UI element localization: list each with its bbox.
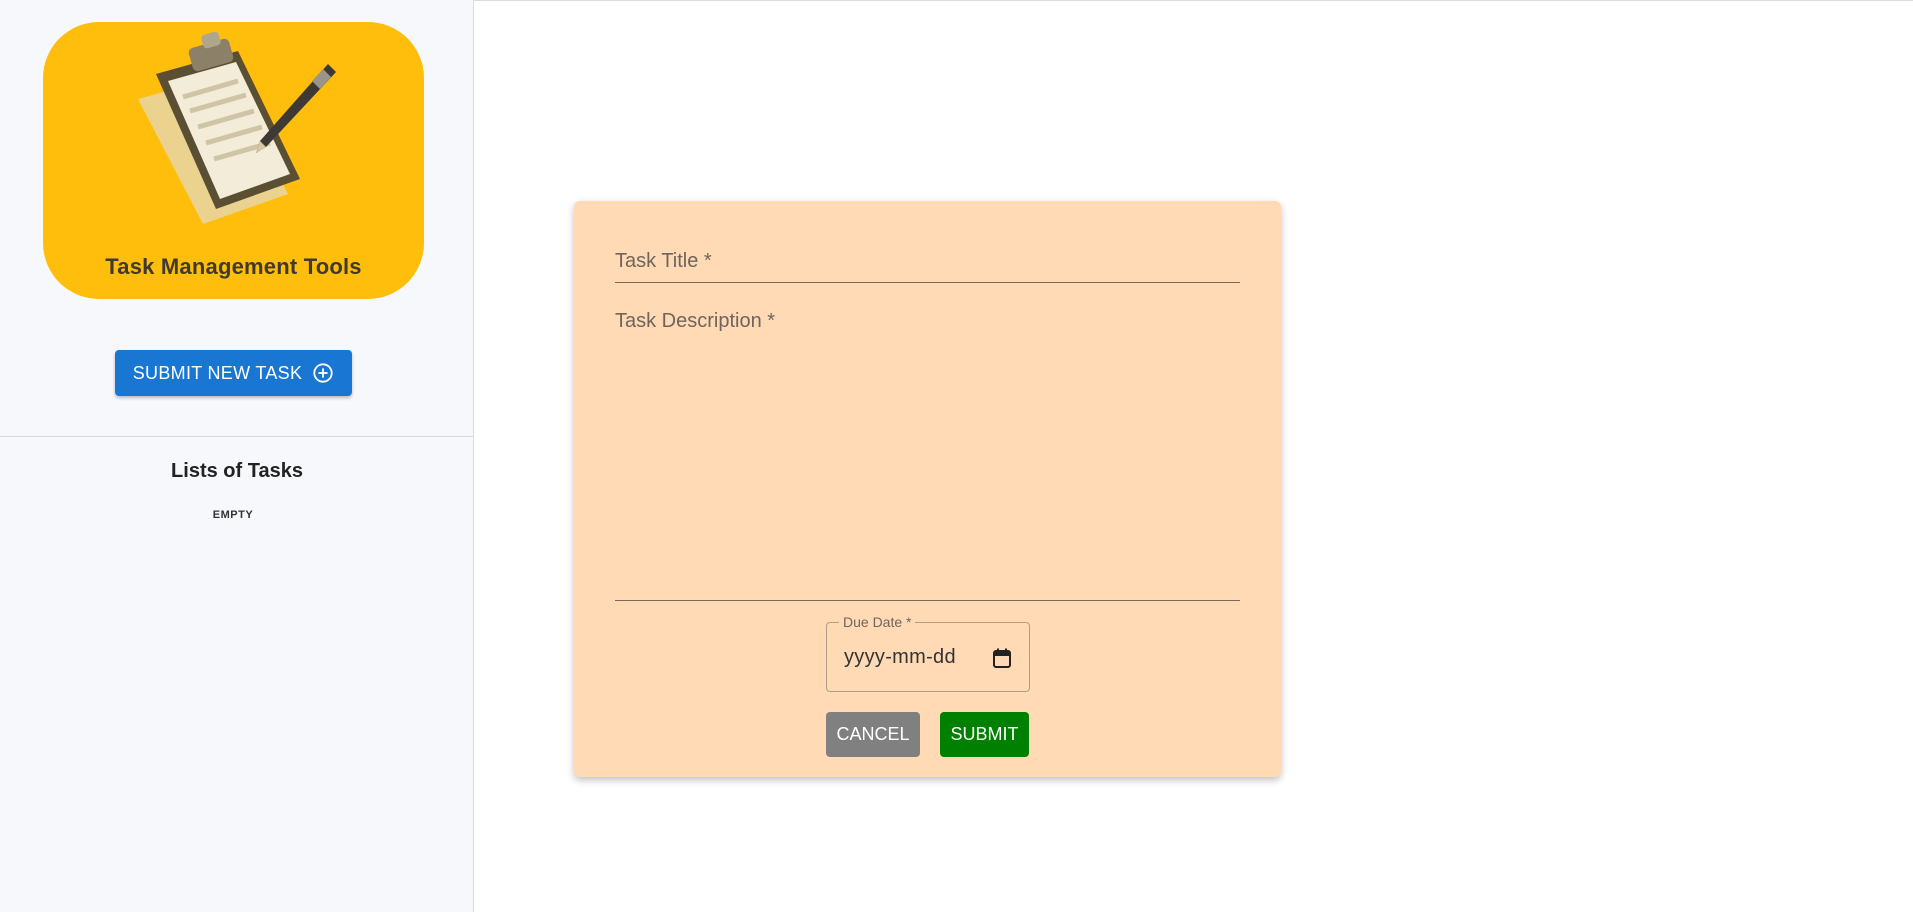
app-title: Task Management Tools [105,254,362,279]
empty-list-label: EMPTY [212,509,254,521]
task-description-label: Task Description * [615,310,776,332]
sidebar: Task Management Tools SUBMIT NEW TASK Li… [0,0,474,912]
logo-card: Task Management Tools [43,22,424,299]
sidebar-divider [0,436,474,437]
due-date-placeholder: yyyy-mm-dd [844,646,956,668]
task-title-field[interactable]: Task Title * [615,243,1240,283]
task-list-heading: Lists of Tasks [171,460,303,482]
top-divider [474,0,1913,1]
due-date-field[interactable]: Due Date * yyyy-mm-dd [826,614,1030,692]
task-title-label: Task Title * [615,250,712,272]
submit-new-task-label: SUBMIT NEW TASK [132,362,303,383]
calendar-icon[interactable] [993,648,1011,668]
submit-new-task-button[interactable]: SUBMIT NEW TASK [115,350,352,396]
clipboard-pen-icon [138,31,336,224]
submit-button[interactable]: SUBMIT [940,712,1029,757]
task-description-field[interactable]: Task Description * [615,303,1240,601]
app-root: Task Management Tools SUBMIT NEW TASK Li… [0,0,1913,912]
due-date-label: Due Date * [839,614,916,630]
cancel-button[interactable]: CANCEL [826,712,920,757]
add-circle-icon [313,363,333,383]
new-task-form: Task Title * Task Description * Due Date… [574,201,1281,777]
